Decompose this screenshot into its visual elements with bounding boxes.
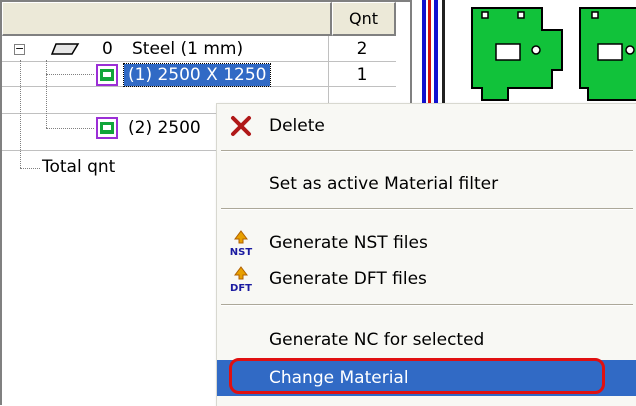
sheet-1-label: (1) 2500 X 1250 (122, 63, 272, 87)
menu-dft-label: Generate DFT files (269, 269, 427, 289)
tree-header: Qnt (2, 2, 410, 38)
sheet-icon (96, 117, 118, 139)
tree-row-material[interactable]: − 0 Steel (1 mm) 2 (2, 37, 396, 61)
nst-icon-text: NST (230, 247, 253, 257)
tree-row-sheet-1[interactable]: (1) 2500 X 1250 1 (2, 63, 396, 87)
nst-icon: NST (230, 230, 253, 257)
menu-change-material-label: Change Material (269, 368, 409, 388)
collapse-minus-icon[interactable]: − (14, 43, 25, 55)
sheet-1-qnt: 1 (356, 65, 368, 85)
menu-delete-label: Delete (269, 116, 325, 136)
menu-set-filter-label: Set as active Material filter (269, 174, 499, 194)
sheet-icon (96, 64, 118, 86)
total-qnt-label: Total qnt (42, 157, 116, 177)
menu-nc-label: Generate NC for selected (269, 330, 485, 350)
dft-icon-text: DFT (230, 283, 252, 293)
qnt-column-header[interactable]: Qnt (332, 2, 396, 36)
menu-separator (221, 208, 633, 210)
dft-icon: DFT (230, 266, 252, 293)
name-column-header[interactable] (2, 2, 332, 36)
menu-item-generate-nc[interactable]: Generate NC for selected (217, 322, 636, 358)
material-label: Steel (1 mm) (132, 39, 244, 59)
menu-item-change-material[interactable]: Change Material (217, 358, 636, 396)
delete-x-icon (231, 116, 251, 136)
menu-item-delete[interactable]: Delete (217, 108, 636, 144)
menu-separator (221, 150, 633, 152)
material-qnt: 2 (356, 39, 368, 59)
menu-item-generate-nst[interactable]: NST Generate NST files (217, 225, 636, 261)
menu-item-generate-dft[interactable]: DFT Generate DFT files (217, 261, 636, 297)
context-menu: Delete Set as active Material filter NST… (216, 103, 636, 406)
menu-separator (221, 304, 633, 306)
menu-nst-label: Generate NST files (269, 233, 428, 253)
material-index: 0 (102, 39, 113, 59)
row-divider (2, 61, 396, 62)
menu-item-set-material-filter[interactable]: Set as active Material filter (217, 166, 636, 202)
steel-sheet-icon (50, 43, 80, 55)
sheet-2-label: (2) 2500 (128, 118, 201, 138)
